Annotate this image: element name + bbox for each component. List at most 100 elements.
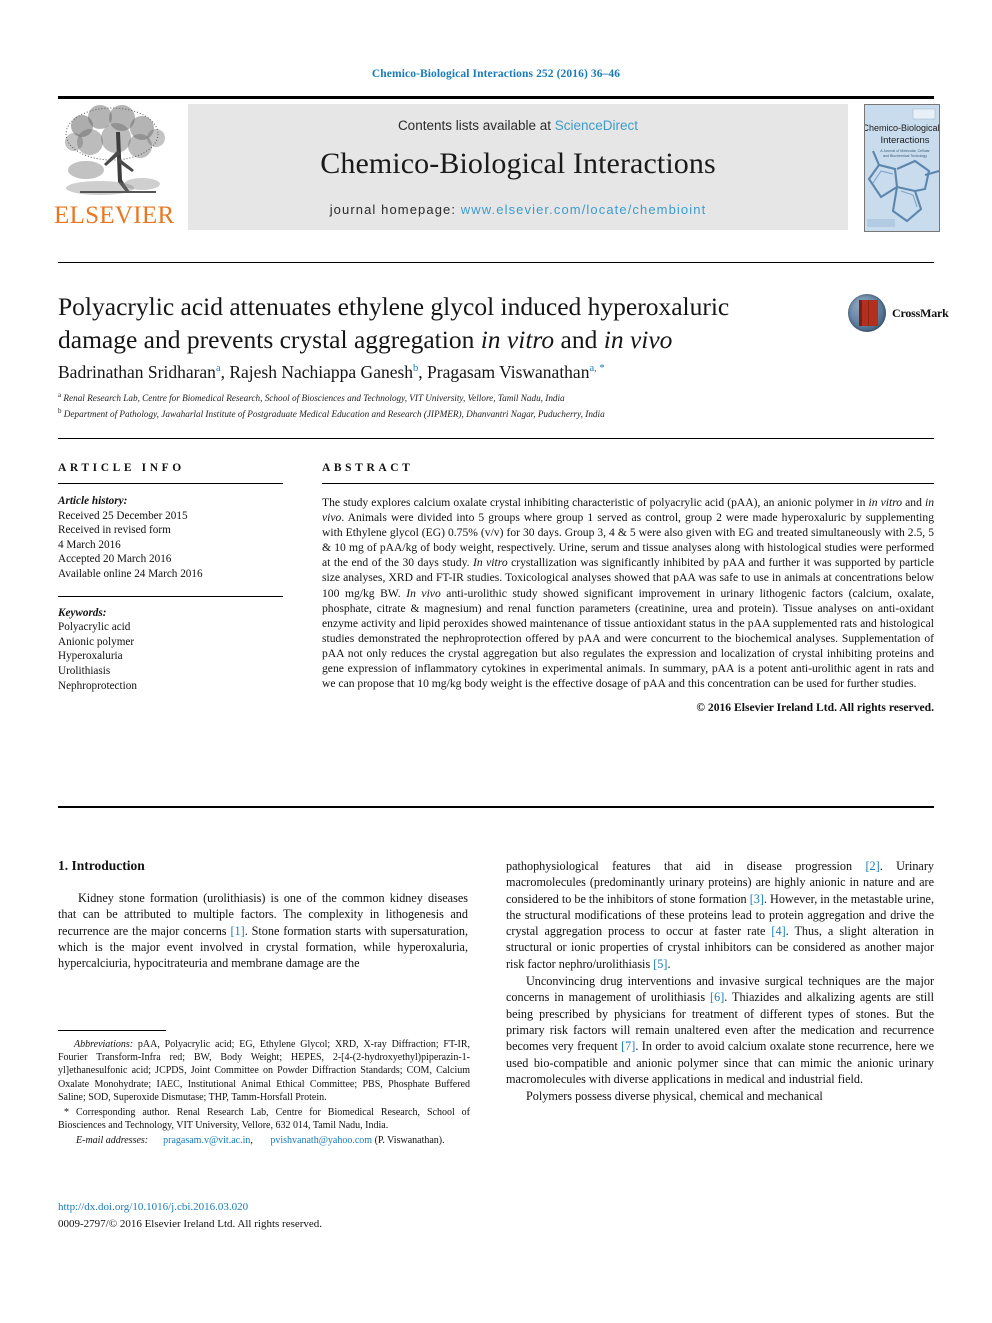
history-item: Received in revised form (58, 524, 171, 537)
author-name: Badrinathan Sridharan (58, 362, 216, 382)
footnote-corresponding-author: * Corresponding author. Renal Research L… (58, 1106, 470, 1132)
author-list: Badrinathan Sridharana, Rajesh Nachiappa… (58, 362, 605, 382)
homepage-prefix: journal homepage: (329, 202, 461, 217)
history-item: Accepted 20 March 2016 (58, 553, 172, 566)
abstract-italic: In vitro (473, 556, 508, 570)
email-link-secondary[interactable]: pvishvanath@yahoo.com (270, 1135, 372, 1146)
footnote-divider (58, 1030, 166, 1031)
elsevier-wordmark: ELSEVIER (54, 202, 175, 229)
author-name: Rajesh Nachiappa Ganesh (229, 362, 414, 382)
intro-text: pathophysiological features that aid in … (506, 859, 866, 873)
citation-ref-3[interactable]: [3] (750, 892, 764, 906)
abstract-italic: in vitro (868, 496, 903, 509)
masthead-panel: Contents lists available at ScienceDirec… (188, 104, 848, 230)
footnotes-block: Abbreviations: pAA, Polyacrylic acid; EG… (58, 1038, 470, 1148)
corresponding-author-text: Corresponding author. Renal Research Lab… (58, 1107, 470, 1132)
title-line-2b: and (554, 325, 604, 354)
intro-paragraph-1-cont: pathophysiological features that aid in … (506, 858, 934, 972)
elsevier-logo: ELSEVIER (54, 104, 174, 232)
sciencedirect-link[interactable]: ScienceDirect (555, 118, 638, 133)
article-title: Polyacrylic acid attenuates ethylene gly… (58, 290, 818, 356)
contents-prefix: Contents lists available at (397, 118, 555, 133)
journal-article-page: Chemico-Biological Interactions 252 (201… (0, 0, 992, 1323)
history-item: 4 March 2016 (58, 538, 121, 551)
citation-ref-7[interactable]: [7] (621, 1039, 635, 1053)
info-abstract-divider (58, 438, 934, 439)
article-history: Article history: Received 25 December 20… (58, 494, 283, 582)
contents-available-line: Contents lists available at ScienceDirec… (188, 118, 848, 133)
history-item: Available online 24 March 2016 (58, 567, 203, 580)
title-in-vivo: in vivo (603, 325, 673, 354)
journal-cover-thumbnail: Chemico-Biological Interactions A Journa… (864, 104, 940, 232)
affiliation-text: Department of Pathology, Jawaharlal Inst… (63, 408, 605, 419)
crossmark-icon (848, 294, 886, 332)
running-head: Chemico-Biological Interactions 252 (201… (371, 68, 621, 80)
abstract-part: and (902, 496, 925, 509)
masthead-top-rule (58, 96, 934, 99)
citation-ref-1[interactable]: [1] (230, 924, 244, 938)
doi-link[interactable]: http://dx.doi.org/10.1016/j.cbi.2016.03.… (58, 1201, 478, 1213)
journal-homepage-link[interactable]: www.elsevier.com/locate/chembioint (461, 202, 707, 217)
affiliation-mark: b (58, 406, 62, 415)
citation-ref-5[interactable]: [5] (653, 957, 667, 971)
intro-paragraph-1: Kidney stone formation (urolithiasis) is… (58, 890, 468, 971)
svg-text:A Journal of Molecular, Cellul: A Journal of Molecular, Cellular (880, 149, 930, 153)
keywords-label: Keywords: (58, 606, 107, 619)
article-info-rule (58, 483, 283, 484)
svg-text:Chemico-Biological: Chemico-Biological (865, 123, 939, 133)
affiliations: a Renal Research Lab, Centre for Biomedi… (58, 389, 938, 420)
author-affil-mark[interactable]: a, * (589, 363, 604, 374)
svg-text:and Biochemical Toxicology: and Biochemical Toxicology (883, 154, 927, 158)
section-heading-introduction: 1. Introduction (58, 858, 145, 873)
citation-ref-6[interactable]: [6] (710, 990, 724, 1004)
author-affil-mark[interactable]: a (216, 363, 221, 374)
abbreviations-label: Abbreviations: (74, 1039, 134, 1050)
keywords-rule (58, 595, 283, 597)
footnote-emails: E-mail addresses: pragasam.v@vit.ac.in, … (58, 1134, 470, 1147)
crossmark-label: CrossMark (892, 306, 949, 320)
article-info-column: ARTICLE INFO Article history: Received 2… (58, 462, 283, 693)
affiliation-mark: a (58, 391, 62, 399)
article-history-label: Article history: (58, 495, 128, 507)
abstract-column: ABSTRACT The study explores calcium oxal… (322, 462, 934, 714)
elsevier-tree-icon (60, 104, 168, 202)
journal-masthead: ELSEVIER Contents lists available at Sci… (54, 96, 940, 232)
citation-ref-4[interactable]: [4] (771, 924, 785, 938)
crossmark-book-glyph (859, 300, 878, 326)
journal-title: Chemico-Biological Interactions (320, 147, 716, 180)
introduction-right-column: pathophysiological features that aid in … (506, 858, 934, 1105)
title-line-2a: damage and prevents crystal aggregation (58, 325, 481, 354)
keyword-item: Polyacrylic acid (58, 621, 131, 634)
intro-paragraph-3: Polymers possess diverse physical, chemi… (526, 1089, 823, 1104)
abstract-heading: ABSTRACT (322, 462, 414, 474)
abstract-italic: In vivo (406, 586, 441, 600)
title-line-1: Polyacrylic acid attenuates ethylene gly… (58, 292, 730, 321)
affiliation-b: b Department of Pathology, Jawaharlal In… (58, 405, 938, 421)
abstract-copyright: © 2016 Elsevier Ireland Ltd. All rights … (696, 701, 934, 715)
abstract-bottom-rule (58, 806, 934, 808)
abstract-part: The study explores calcium oxalate cryst… (322, 496, 869, 509)
title-divider (58, 262, 934, 263)
affiliation-text: Renal Research Lab, Centre for Biomedica… (63, 393, 565, 404)
issn-copyright-line: 0009-2797/© 2016 Elsevier Ireland Ltd. A… (58, 1218, 323, 1230)
email-attribution: (P. Viswanathan). (374, 1135, 445, 1147)
email-addresses-label: E-mail addresses: (76, 1135, 149, 1147)
email-link-primary[interactable]: pragasam.v@vit.ac.in (163, 1135, 250, 1146)
title-in-vitro: in vitro (480, 325, 555, 354)
citation-ref-2[interactable]: [2] (865, 859, 879, 873)
keyword-item: Nephroprotection (58, 679, 137, 692)
abstract-text: The study explores calcium oxalate cryst… (322, 495, 934, 691)
email-separator: , (250, 1135, 256, 1147)
history-item: Received 25 December 2015 (58, 509, 188, 522)
author-name: Pragasam Viswanathan (427, 362, 590, 382)
affiliation-a: a Renal Research Lab, Centre for Biomedi… (58, 389, 938, 405)
keyword-item: Hyperoxaluria (58, 650, 123, 663)
abstract-rule (322, 483, 934, 484)
article-info-heading: ARTICLE INFO (58, 462, 185, 474)
author-affil-mark[interactable]: b (413, 363, 418, 374)
keyword-item: Urolithiasis (58, 664, 111, 677)
svg-text:Interactions: Interactions (880, 135, 929, 146)
crossmark-badge[interactable]: CrossMark (848, 294, 949, 334)
keyword-item: Anionic polymer (58, 635, 135, 648)
abstract-part: anti-urolithic study showed significant … (322, 586, 934, 691)
